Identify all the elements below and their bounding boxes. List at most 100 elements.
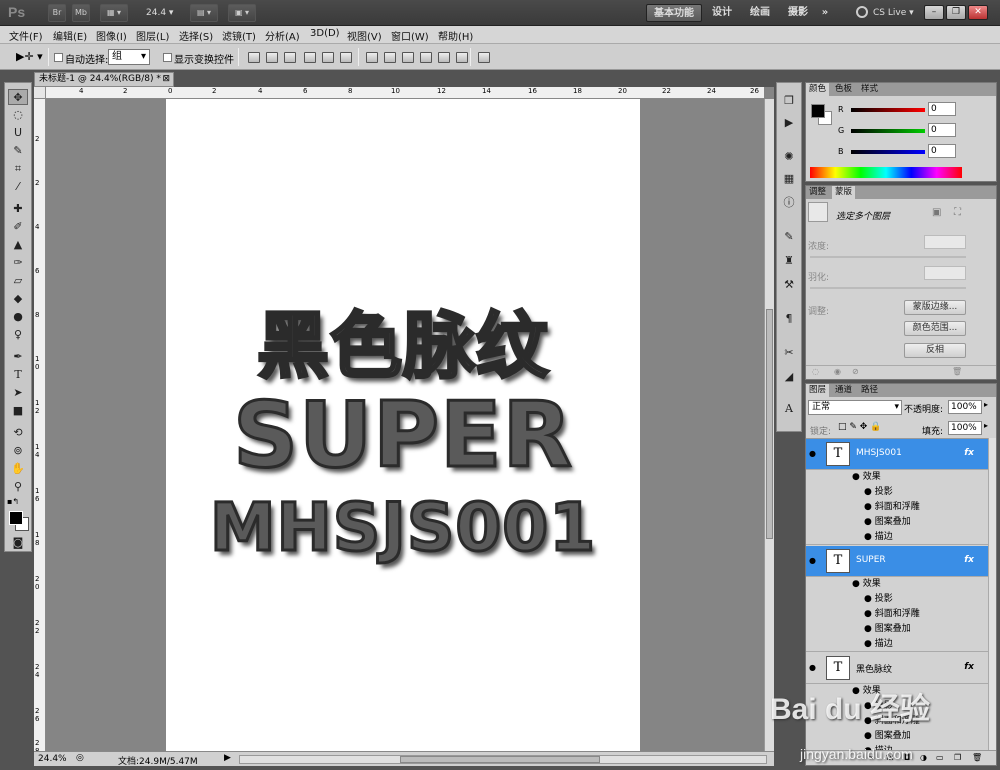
- eye-icon[interactable]: ●: [864, 639, 875, 649]
- opacity-slider-arrow-icon[interactable]: ▸: [984, 400, 988, 409]
- tab-channels[interactable]: 通道: [832, 384, 855, 397]
- green-value-input[interactable]: 0: [928, 123, 956, 137]
- new-group-icon[interactable]: ▭: [936, 753, 944, 762]
- delete-mask-icon[interactable]: 🗑: [952, 367, 962, 376]
- layers-scrollbar[interactable]: [988, 438, 996, 750]
- workspace-photography[interactable]: 摄影: [784, 4, 812, 22]
- menu-analysis[interactable]: 分析(A): [265, 28, 300, 43]
- info-panel-icon[interactable]: ⓘ: [781, 195, 797, 211]
- align-vcenter-icon[interactable]: [266, 52, 278, 63]
- eye-icon[interactable]: ●: [809, 556, 816, 565]
- align-left-icon[interactable]: [304, 52, 316, 63]
- foreground-color-swatch[interactable]: [9, 511, 23, 525]
- notes-panel-icon[interactable]: ◢: [781, 369, 797, 385]
- effect-item[interactable]: ● 图案叠加: [806, 515, 988, 530]
- character-styles-panel-icon[interactable]: ✂: [781, 345, 797, 361]
- menu-help[interactable]: 帮助(H): [438, 28, 473, 43]
- zoom-tool-icon[interactable]: ⚲: [8, 479, 28, 495]
- menu-select[interactable]: 选择(S): [179, 28, 213, 43]
- dodge-tool-icon[interactable]: ♀: [8, 327, 28, 343]
- tool-presets-panel-icon[interactable]: ⚒: [781, 277, 797, 293]
- marquee-tool-icon[interactable]: ◌: [8, 107, 28, 123]
- fx-icon[interactable]: fx: [964, 662, 974, 672]
- type-tool-icon[interactable]: T: [8, 367, 28, 383]
- tab-masks[interactable]: 蒙版: [832, 186, 856, 199]
- blend-mode-dropdown[interactable]: 正常 ▾: [808, 400, 902, 415]
- workspace-design[interactable]: 设计: [708, 4, 736, 22]
- histogram-panel-icon[interactable]: ▦: [781, 171, 797, 187]
- fill-slider-arrow-icon[interactable]: ▸: [984, 421, 988, 430]
- show-transform-checkbox[interactable]: [163, 53, 172, 62]
- quick-mask-icon[interactable]: ◙: [8, 535, 28, 551]
- effects-row[interactable]: ● 效果: [806, 470, 988, 485]
- workspace-essentials[interactable]: 基本功能: [646, 4, 702, 22]
- tab-swatches[interactable]: 色板: [832, 83, 855, 96]
- status-zoom[interactable]: 24.4%: [38, 754, 67, 764]
- new-adjustment-icon[interactable]: ◑: [920, 753, 927, 762]
- invert-button[interactable]: 反相: [904, 343, 966, 358]
- effect-item[interactable]: ● 图案叠加: [806, 622, 988, 637]
- mask-edge-button[interactable]: 蒙版边缘...: [904, 300, 966, 315]
- align-bottom-icon[interactable]: [284, 52, 296, 63]
- history-brush-tool-icon[interactable]: ✑: [8, 255, 28, 271]
- paragraph-panel-icon[interactable]: ¶: [781, 311, 797, 327]
- distribute-right-icon[interactable]: [456, 52, 468, 63]
- effect-item[interactable]: ● 投影: [806, 592, 988, 607]
- crop-tool-icon[interactable]: ⌗: [8, 161, 28, 177]
- minimize-icon[interactable]: –: [924, 5, 944, 20]
- status-menu-arrow-icon[interactable]: ▶: [224, 753, 231, 763]
- document-canvas[interactable]: 黑色脉纹 SUPER MHSJS001: [166, 99, 640, 751]
- fx-icon[interactable]: fx: [964, 448, 974, 458]
- green-slider[interactable]: [851, 129, 925, 133]
- lock-icons[interactable]: □ ✎ ✥ 🔒: [838, 422, 881, 432]
- fill-input[interactable]: 100%: [948, 421, 982, 435]
- eye-icon[interactable]: ●: [864, 594, 875, 604]
- vertical-scrollbar[interactable]: [764, 99, 774, 751]
- healing-brush-tool-icon[interactable]: ✚: [8, 201, 28, 217]
- minibridge-button[interactable]: Mb: [72, 4, 90, 22]
- layer-name[interactable]: MHSJS001: [856, 448, 902, 458]
- horizontal-scrollbar[interactable]: [239, 755, 767, 764]
- feather-slider[interactable]: [810, 287, 966, 289]
- menu-filter[interactable]: 滤镜(T): [222, 28, 256, 43]
- path-select-tool-icon[interactable]: ➤: [8, 385, 28, 401]
- auto-align-icon[interactable]: [478, 52, 490, 63]
- arrange-documents-button[interactable]: ▤ ▾: [190, 4, 218, 22]
- clone-stamp-tool-icon[interactable]: ▲: [8, 237, 28, 253]
- eraser-tool-icon[interactable]: ▱: [8, 273, 28, 289]
- align-right-icon[interactable]: [340, 52, 352, 63]
- distribute-vcenter-icon[interactable]: [384, 52, 396, 63]
- document-tab[interactable]: 未标题-1 @ 24.4%(RGB/8) * ⊠: [34, 72, 174, 87]
- opacity-input[interactable]: 100%: [948, 400, 982, 414]
- menu-layer[interactable]: 图层(L): [136, 28, 169, 43]
- tab-adjustments[interactable]: 调整: [806, 186, 829, 199]
- screen-mode-button[interactable]: ▣ ▾: [228, 4, 256, 22]
- layer-row[interactable]: ● T SUPER fx: [806, 546, 988, 577]
- eye-icon[interactable]: ●: [864, 487, 875, 497]
- cs-live-menu[interactable]: CS Live ▾: [873, 8, 914, 18]
- eye-icon[interactable]: ●: [809, 449, 816, 458]
- effect-item[interactable]: ● 斜面和浮雕: [806, 607, 988, 622]
- restore-icon[interactable]: ❐: [946, 5, 966, 20]
- vertical-scroll-thumb[interactable]: [766, 309, 773, 539]
- effects-row[interactable]: ● 效果: [806, 577, 988, 592]
- close-document-icon[interactable]: ⊠: [162, 73, 170, 86]
- layer-row[interactable]: ● T MHSJS001 fx: [806, 439, 988, 470]
- color-range-button[interactable]: 颜色范围...: [904, 321, 966, 336]
- tab-color[interactable]: 颜色: [806, 83, 830, 96]
- delete-layer-icon[interactable]: 🗑: [972, 753, 982, 762]
- menu-3d[interactable]: 3D(D): [310, 28, 340, 39]
- tab-paths[interactable]: 路径: [858, 384, 881, 397]
- eyedropper-tool-icon[interactable]: ⁄: [8, 179, 28, 195]
- color-spectrum-ramp[interactable]: [810, 167, 962, 178]
- eye-icon[interactable]: ●: [852, 579, 863, 589]
- distribute-top-icon[interactable]: [366, 52, 378, 63]
- bridge-button[interactable]: Br: [48, 4, 66, 22]
- disable-mask-icon[interactable]: ⊘: [852, 367, 859, 376]
- clone-source-panel-icon[interactable]: ♜: [781, 253, 797, 269]
- status-nav-icon[interactable]: ◎: [76, 753, 84, 763]
- auto-select-dropdown[interactable]: 组 ▾: [108, 49, 150, 65]
- feather-input[interactable]: [924, 266, 966, 280]
- load-selection-icon[interactable]: ◌: [812, 367, 819, 376]
- lasso-tool-icon[interactable]: ᑌ: [8, 125, 28, 141]
